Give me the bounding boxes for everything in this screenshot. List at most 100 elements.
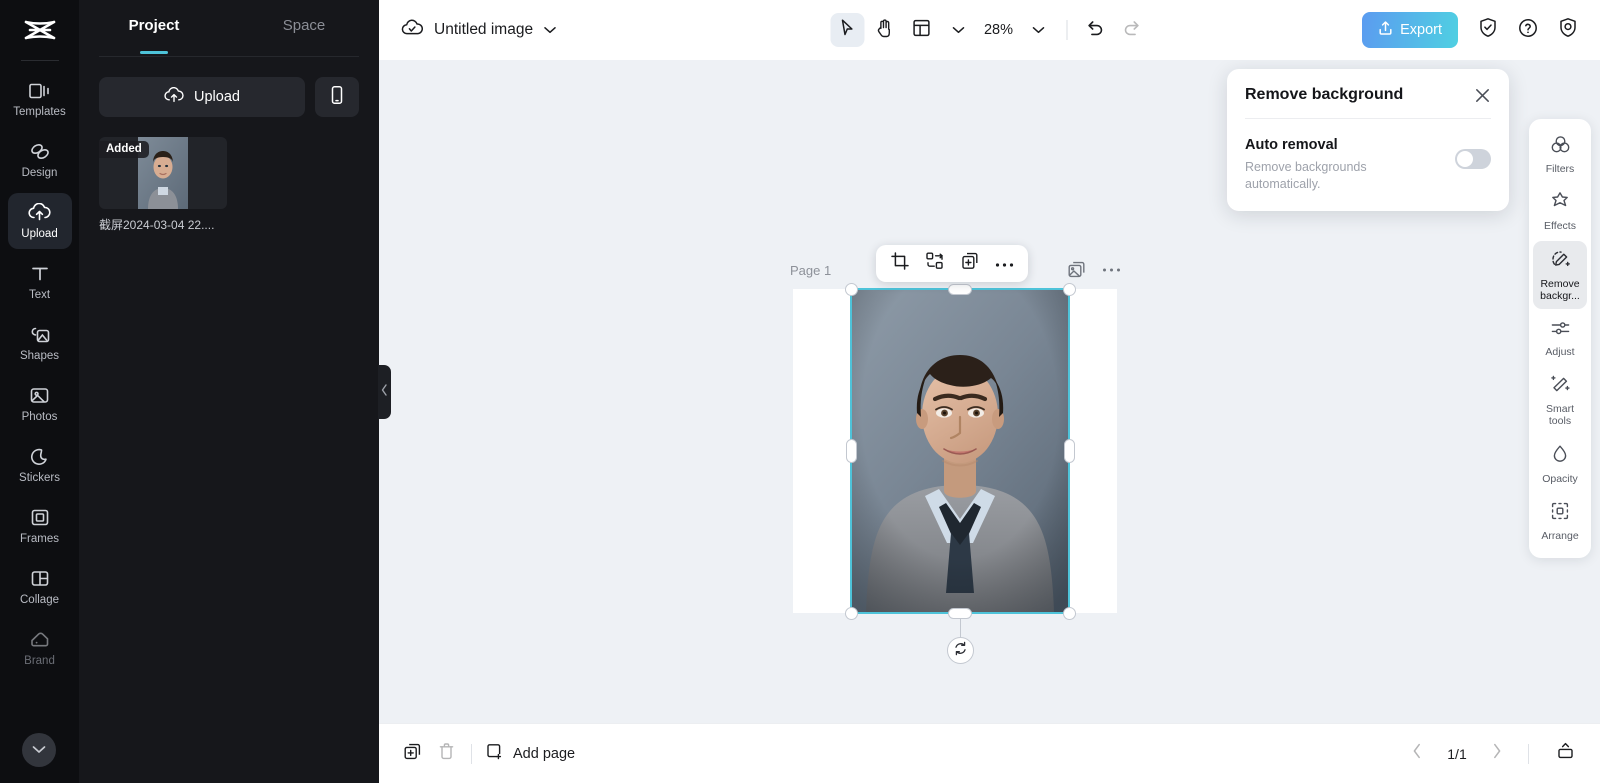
layout-tool-button[interactable] <box>904 13 938 47</box>
tool-adjust[interactable]: Adjust <box>1533 311 1587 364</box>
sidebar-item-text[interactable]: Text <box>8 254 72 310</box>
sidebar-item-label: Photos <box>22 411 58 424</box>
sidebar-item-brand[interactable]: Brand <box>8 620 72 676</box>
tab-space[interactable]: Space <box>229 0 379 52</box>
page-more-icon[interactable] <box>1102 267 1121 273</box>
element-float-toolbar <box>876 245 1028 282</box>
settings-gear-icon <box>1558 17 1578 43</box>
upload-row: Upload <box>79 57 379 137</box>
tool-smart-tools[interactable]: Smart tools <box>1533 366 1587 434</box>
tool-opacity[interactable]: Opacity <box>1533 436 1587 491</box>
rail-divider <box>21 60 59 61</box>
portrait-photo <box>851 289 1069 613</box>
auto-removal-toggle[interactable] <box>1455 149 1491 169</box>
upload-button[interactable]: Upload <box>99 77 305 117</box>
sidebar-item-collage[interactable]: Collage <box>8 559 72 615</box>
layout-dropdown-caret[interactable] <box>941 13 975 47</box>
top-toolbar: Untitled image <box>379 0 1600 60</box>
resize-handle-top[interactable] <box>948 284 972 295</box>
undo-button[interactable] <box>1078 13 1112 47</box>
asset-name: 截屏2024-03-04 22.... <box>99 216 227 233</box>
chevron-down-icon <box>32 741 46 759</box>
upload-button-label: Upload <box>194 89 240 105</box>
replace-button[interactable] <box>919 249 950 278</box>
shield-check-button[interactable] <box>1470 12 1506 48</box>
upload-from-phone-button[interactable] <box>315 77 359 117</box>
prev-page-button[interactable] <box>1400 737 1434 771</box>
chevron-down-icon[interactable] <box>1021 13 1055 47</box>
asset-list: Added 截屏2024-03-04 22.... <box>79 137 379 233</box>
tool-filters[interactable]: Filters <box>1533 127 1587 181</box>
duplicate-button[interactable] <box>954 249 985 278</box>
sidebar-item-frames[interactable]: Frames <box>8 498 72 554</box>
next-page-button[interactable] <box>1480 737 1514 771</box>
rotate-handle[interactable] <box>947 637 974 664</box>
add-page-button[interactable]: Add page <box>485 742 575 765</box>
bottom-divider <box>471 744 472 764</box>
export-button-label: Export <box>1400 22 1442 38</box>
toolbar-divider <box>1066 20 1067 40</box>
hand-icon <box>875 18 893 43</box>
hand-tool-button[interactable] <box>867 13 901 47</box>
smart-tools-wand-icon <box>1550 374 1571 399</box>
settings-button[interactable] <box>1550 12 1586 48</box>
select-tool-button[interactable] <box>830 13 864 47</box>
zoom-control[interactable]: 28% <box>978 13 1055 47</box>
auto-removal-description: Remove backgrounds automatically. <box>1245 159 1417 193</box>
redo-button[interactable] <box>1115 13 1149 47</box>
sidebar-item-label: Collage <box>20 594 59 607</box>
crop-button[interactable] <box>884 249 915 278</box>
tool-remove-background[interactable]: Remove backgr... <box>1533 241 1587 309</box>
asset-thumbnail[interactable]: Added <box>99 137 227 209</box>
trash-icon <box>438 742 455 766</box>
brand-wallet-icon <box>29 629 51 651</box>
expand-panel-button[interactable] <box>1548 737 1582 771</box>
resize-handle-bottom-right[interactable] <box>1063 607 1076 620</box>
opacity-drop-icon <box>1551 444 1569 469</box>
collapse-panel-handle[interactable] <box>378 365 391 419</box>
stickers-icon <box>29 446 50 468</box>
tool-arrange[interactable]: Arrange <box>1533 493 1587 548</box>
question-circle-icon <box>1518 18 1538 43</box>
sidebar-item-label: Templates <box>13 106 65 119</box>
status-badge: Added <box>99 141 149 158</box>
panel-title: Remove background <box>1245 86 1403 104</box>
document-title[interactable]: Untitled image <box>401 19 556 42</box>
resize-handle-bottom-left[interactable] <box>845 607 858 620</box>
more-button[interactable] <box>989 249 1020 278</box>
tool-label: Adjust <box>1545 346 1574 358</box>
bottom-bar: Add page 1/1 <box>379 724 1600 783</box>
sidebar-item-shapes[interactable]: Shapes <box>8 315 72 371</box>
selected-image-element[interactable] <box>851 289 1069 613</box>
resize-handle-right[interactable] <box>1064 439 1075 463</box>
photos-icon <box>29 385 50 407</box>
chevron-down-icon[interactable] <box>544 21 556 39</box>
rail-scroll-down-button[interactable] <box>22 733 56 767</box>
remove-background-icon <box>1550 249 1571 274</box>
capcut-logo-icon[interactable] <box>0 0 79 60</box>
close-icon[interactable] <box>1474 87 1491 104</box>
sidebar-item-upload[interactable]: Upload <box>8 193 72 249</box>
sidebar-item-templates[interactable]: Templates <box>8 71 72 127</box>
adjust-sliders-icon <box>1550 319 1571 342</box>
duplicate-page-icon <box>403 742 422 766</box>
resize-handle-top-right[interactable] <box>1063 283 1076 296</box>
sidebar-item-design[interactable]: Design <box>8 132 72 188</box>
resize-handle-top-left[interactable] <box>845 283 858 296</box>
list-item[interactable]: Added 截屏2024-03-04 22.... <box>99 137 227 233</box>
tool-label: Filters <box>1546 163 1575 175</box>
export-button[interactable]: Export <box>1362 12 1458 48</box>
duplicate-page-button[interactable] <box>395 737 429 771</box>
duplicate-page-icon[interactable] <box>1067 260 1086 279</box>
resize-handle-bottom[interactable] <box>948 608 972 619</box>
help-button[interactable] <box>1510 12 1546 48</box>
resize-handle-left[interactable] <box>846 439 857 463</box>
delete-page-button[interactable] <box>429 737 463 771</box>
tool-effects[interactable]: Effects <box>1533 183 1587 238</box>
canvas-area[interactable]: Page 1 <box>379 60 1600 724</box>
tab-project[interactable]: Project <box>79 0 229 52</box>
page-title: Untitled image <box>434 21 533 39</box>
sidebar-item-label: Shapes <box>20 350 59 363</box>
sidebar-item-stickers[interactable]: Stickers <box>8 437 72 493</box>
sidebar-item-photos[interactable]: Photos <box>8 376 72 432</box>
